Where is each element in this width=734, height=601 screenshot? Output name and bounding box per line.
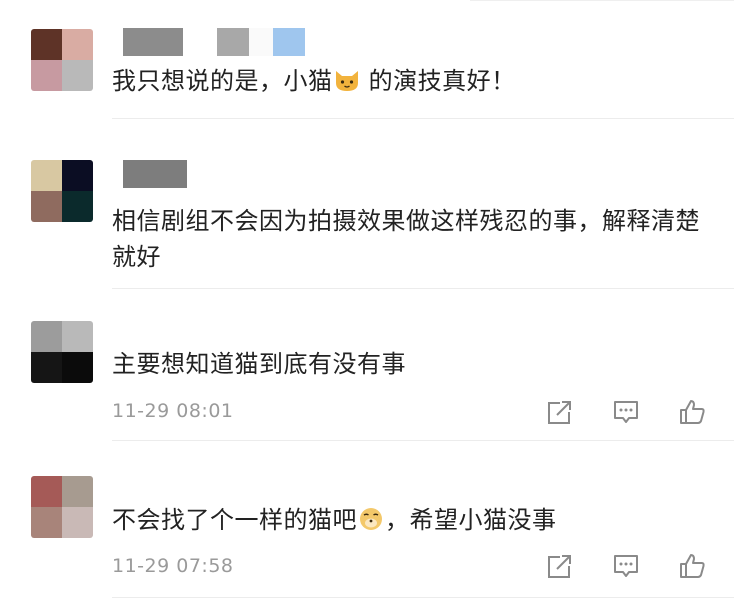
comment-timestamp: 11-29 07:58 <box>112 555 234 577</box>
doge-face-emoji <box>357 506 385 542</box>
username-blurred[interactable] <box>123 160 187 188</box>
comment-icon[interactable] <box>612 552 640 580</box>
comment-divider <box>112 597 734 598</box>
avatar[interactable] <box>31 160 93 222</box>
username-blurred[interactable] <box>123 28 305 56</box>
share-icon[interactable] <box>546 398 574 426</box>
comment-item: 不会找了个一样的猫吧 ，希望小猫没事 11-29 07:58 <box>0 440 734 601</box>
comment-item: 主要想知道猫到底有没有事 11-29 08:01 <box>0 300 734 441</box>
comment-divider <box>112 288 734 289</box>
avatar[interactable] <box>31 29 93 91</box>
comment-icon[interactable] <box>612 398 640 426</box>
comment-divider <box>112 118 734 119</box>
cat-face-emoji <box>333 67 361 103</box>
comment-timestamp: 11-29 08:01 <box>112 400 234 422</box>
avatar[interactable] <box>31 476 93 538</box>
comment-text: 主要想知道猫到底有没有事 <box>112 350 406 378</box>
comment-text: 我只想说的是，小猫 的演技真好！ <box>112 63 704 103</box>
share-icon[interactable] <box>546 552 574 580</box>
comment-text: 相信剧组不会因为拍摄效果做这样残忍的事，解释清楚就好 <box>112 207 700 271</box>
comment-item: 相信剧组不会因为拍摄效果做这样残忍的事，解释清楚就好 <box>0 140 734 290</box>
like-icon[interactable] <box>678 398 706 426</box>
avatar[interactable] <box>31 321 93 383</box>
comment-text: 不会找了个一样的猫吧 ，希望小猫没事 <box>112 502 704 542</box>
comment-item: 我只想说的是，小猫 的演技真好！ <box>0 0 734 140</box>
like-icon[interactable] <box>678 552 706 580</box>
